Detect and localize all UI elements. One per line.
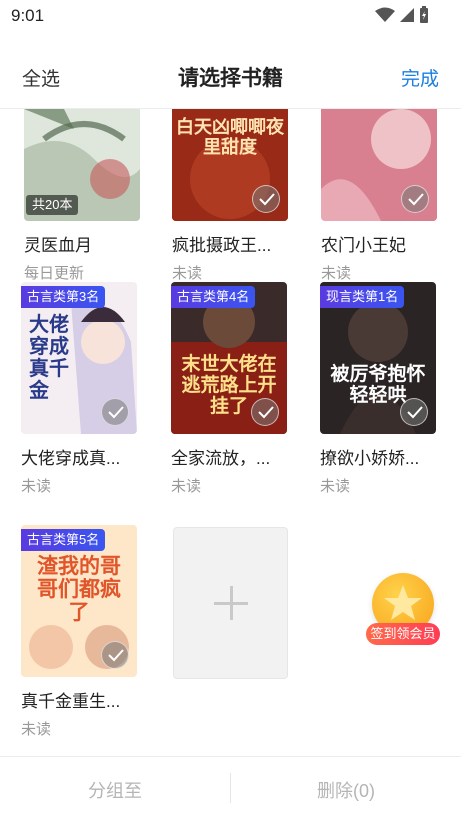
plus-icon: [230, 586, 233, 620]
select-check[interactable]: [252, 185, 280, 213]
rank-badge: 古言类第4名: [171, 286, 256, 308]
select-check[interactable]: [101, 641, 129, 669]
cover-art-text: 大佬穿成真千金: [29, 314, 69, 402]
book-grid: 共20本 灵医血月 每日更新 白天凶唧唧夜里甜度 疯批摄政王... 未读 农门小…: [0, 109, 461, 755]
cover-art-text: 白天凶唧唧夜里甜度: [176, 117, 284, 157]
book-status: 每日更新: [24, 265, 85, 282]
page-title: 请选择书籍: [178, 67, 283, 90]
select-check[interactable]: [400, 398, 428, 426]
book-item[interactable]: 农门小王妃 未读: [321, 109, 439, 283]
book-status: 未读: [21, 721, 52, 738]
book-count-badge: 共20本: [26, 195, 79, 215]
check-icon: [259, 193, 275, 206]
book-cover: 末世大佬在逃荒路上开挂了 古言类第4名: [171, 282, 287, 434]
book-title: 农门小王妃: [321, 236, 406, 255]
book-status: 未读: [172, 265, 203, 282]
book-cover: 大佬穿成真千金 古言类第3名: [21, 282, 137, 434]
check-icon: [258, 406, 274, 419]
book-item[interactable]: 大佬穿成真千金 古言类第3名 大佬穿成真... 未读: [21, 282, 139, 496]
book-title: 真千金重生...: [21, 692, 121, 711]
book-cover: 被厉爷抱怀轻轻哄 现言类第1名: [320, 282, 436, 434]
book-item[interactable]: 白天凶唧唧夜里甜度 疯批摄政王... 未读: [172, 109, 290, 283]
book-status: 未读: [21, 478, 52, 495]
check-icon: [408, 193, 424, 206]
book-item[interactable]: 共20本 灵医血月 每日更新: [24, 109, 142, 283]
rank-badge: 古言类第5名: [21, 529, 106, 551]
member-signin-widget[interactable]: 签到领会员: [362, 573, 444, 649]
done-button[interactable]: 完成: [401, 64, 439, 91]
book-cover: 共20本: [24, 109, 140, 221]
book-item[interactable]: 末世大佬在逃荒路上开挂了 古言类第4名 全家流放，... 未读: [171, 282, 289, 496]
select-check[interactable]: [401, 185, 429, 213]
book-title: 灵医血月: [24, 236, 92, 255]
rank-badge: 现言类第1名: [320, 286, 405, 308]
wifi-icon: [375, 7, 395, 22]
book-item[interactable]: 被厉爷抱怀轻轻哄 现言类第1名 撩欲小娇娇... 未读: [320, 282, 438, 496]
status-icons: [375, 6, 429, 24]
bottom-action-bar: 分组至 删除(0): [0, 757, 461, 820]
check-icon: [108, 649, 124, 662]
book-status: 未读: [320, 478, 351, 495]
book-title: 大佬穿成真...: [21, 449, 121, 468]
book-title: 疯批摄政王...: [172, 236, 272, 255]
status-bar: 9:01: [0, 0, 461, 32]
cover-art-text: 渣我的哥哥们都疯了: [37, 555, 121, 624]
check-icon: [108, 406, 124, 419]
select-check[interactable]: [251, 398, 279, 426]
book-cover: 白天凶唧唧夜里甜度: [172, 109, 288, 221]
status-time: 9:01: [11, 6, 45, 25]
group-to-button[interactable]: 分组至: [0, 777, 230, 803]
add-book-button[interactable]: [173, 527, 288, 679]
book-cover: 渣我的哥哥们都疯了 古言类第5名: [21, 525, 137, 677]
battery-icon: [420, 6, 428, 23]
delete-button[interactable]: 删除(0): [231, 777, 461, 803]
book-title: 全家流放，...: [171, 449, 271, 468]
book-item[interactable]: 渣我的哥哥们都疯了 古言类第5名 真千金重生... 未读: [21, 525, 139, 739]
top-bar: 全选 请选择书籍 完成: [0, 50, 461, 102]
rank-badge: 古言类第3名: [21, 286, 106, 308]
book-status: 未读: [321, 265, 352, 282]
book-cover: [321, 109, 437, 221]
book-status: 未读: [171, 478, 202, 495]
book-title: 撩欲小娇娇...: [320, 449, 420, 468]
check-icon: [407, 406, 423, 419]
select-check[interactable]: [101, 398, 129, 426]
signal-icon: [400, 8, 414, 22]
member-label: 签到领会员: [366, 623, 440, 645]
